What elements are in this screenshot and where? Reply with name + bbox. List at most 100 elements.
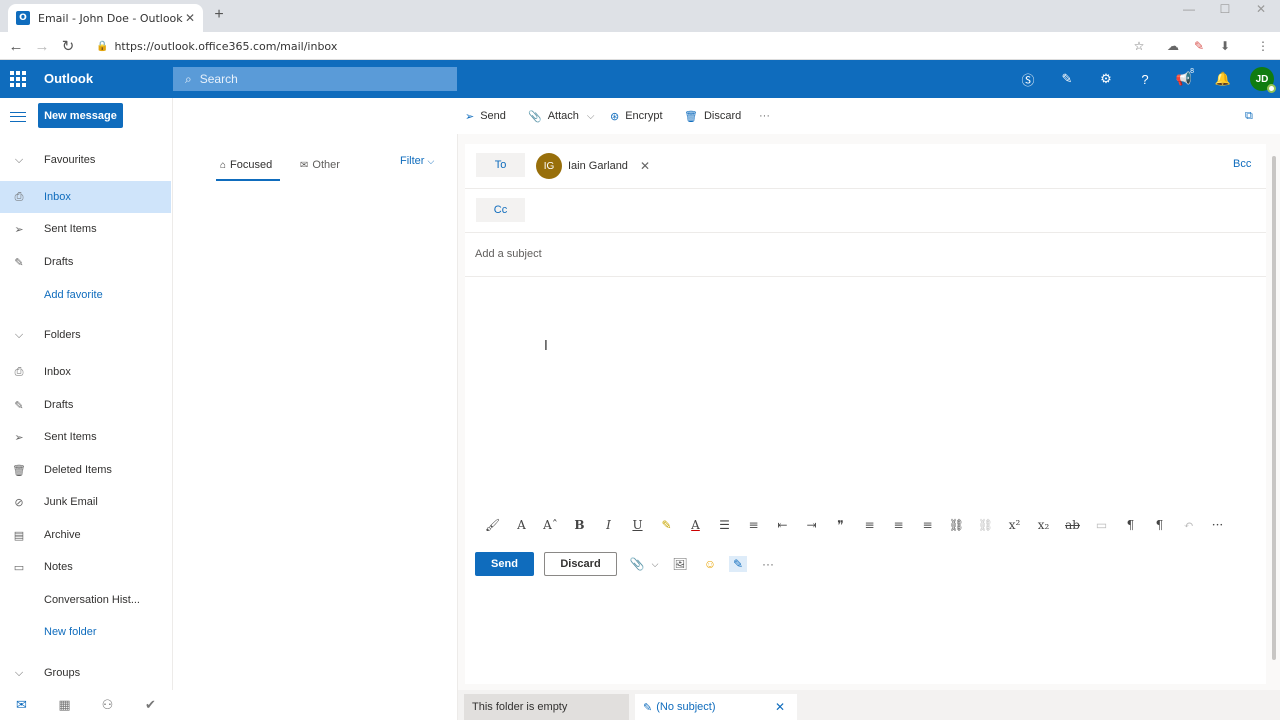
todo-check-icon[interactable]: ✔ xyxy=(129,697,172,713)
remove-recipient-icon[interactable]: ✕ xyxy=(640,159,650,173)
subscript-icon[interactable]: x₂ xyxy=(1029,518,1058,532)
browser-tab[interactable]: O Email - John Doe - Outlook ✕ xyxy=(8,4,203,32)
attach-icon[interactable]: 📎 xyxy=(628,556,646,572)
message-body[interactable] xyxy=(465,284,1266,504)
undo-icon[interactable]: ↶ xyxy=(1174,518,1203,532)
to-button[interactable]: To xyxy=(476,153,525,177)
ltr-icon[interactable]: ¶ xyxy=(1116,518,1145,532)
tab-focused[interactable]: ⌂ Focused xyxy=(215,153,281,181)
bold-icon[interactable]: B xyxy=(565,518,594,532)
clear-format-icon[interactable]: ▭ xyxy=(1087,518,1116,532)
hamburger-menu-icon[interactable] xyxy=(10,112,26,122)
url-field[interactable]: 🔒 https://outlook.office365.com/mail/inb… xyxy=(96,36,1156,56)
font-size-icon[interactable]: Aˆ xyxy=(536,518,565,532)
minimize-icon[interactable]: — xyxy=(1178,2,1200,18)
chevron-down-icon[interactable]: ⌵ xyxy=(646,556,664,572)
browser-menu-icon[interactable]: ⋮ xyxy=(1254,37,1272,55)
increase-indent-icon[interactable]: ⇥ xyxy=(797,518,826,532)
window-close-icon[interactable]: ✕ xyxy=(1250,2,1272,18)
filter-button[interactable]: Filter ⌵ xyxy=(400,154,434,168)
align-right-icon[interactable]: ≡ xyxy=(913,518,942,532)
bcc-button[interactable]: Bcc xyxy=(1233,158,1251,170)
format-toggle-icon[interactable]: ✎ xyxy=(729,556,747,572)
align-center-icon[interactable]: ≡ xyxy=(884,518,913,532)
more-format-icon[interactable]: ··· xyxy=(1203,518,1232,532)
encrypt-command[interactable]: ⊛ Encrypt xyxy=(610,108,663,124)
align-left-icon[interactable]: ≡ xyxy=(855,518,884,532)
format-painter-icon[interactable]: 🖌 xyxy=(478,518,507,532)
quote-icon[interactable]: ❞ xyxy=(826,518,855,532)
new-folder-link[interactable]: New folder xyxy=(0,616,171,648)
send-command[interactable]: ➢ Send xyxy=(465,108,506,124)
calendar-icon[interactable]: ▦ xyxy=(43,697,86,713)
groups-header[interactable]: ⌵ Groups xyxy=(0,657,171,689)
user-avatar[interactable]: JD xyxy=(1250,67,1276,93)
font-icon[interactable]: A xyxy=(507,518,536,532)
underline-icon[interactable]: U xyxy=(623,518,652,532)
close-draft-icon[interactable]: ✕ xyxy=(775,700,785,714)
unlink-icon[interactable]: ⛓ xyxy=(971,518,1000,532)
folder-item-sent[interactable]: ➢ Sent Items xyxy=(0,421,171,453)
bookmark-star-icon[interactable]: ☆ xyxy=(1130,37,1148,55)
mail-icon[interactable]: ✉ xyxy=(0,697,43,713)
teams-share-icon[interactable]: ✎ xyxy=(1057,69,1077,89)
back-icon[interactable]: ← xyxy=(6,36,26,56)
folders-header[interactable]: ⌵ Folders xyxy=(0,319,171,351)
font-color-icon[interactable]: A xyxy=(681,518,710,532)
insert-picture-icon[interactable]: 🖼 xyxy=(671,556,689,572)
favourite-item-inbox[interactable]: ⎙ Inbox xyxy=(0,181,171,213)
recipient-pill[interactable]: IG Iain Garland ✕ xyxy=(536,153,650,179)
folder-item-deleted[interactable]: 🗑 Deleted Items xyxy=(0,454,171,486)
people-icon[interactable]: ⚇ xyxy=(86,697,129,713)
link-icon[interactable]: ⛓ xyxy=(942,518,971,532)
popout-icon[interactable]: ⧉ xyxy=(1245,108,1253,124)
cc-button[interactable]: Cc xyxy=(476,198,525,222)
forward-icon[interactable]: → xyxy=(32,36,52,56)
extension-cloud-icon[interactable]: ☁ xyxy=(1164,37,1182,55)
settings-gear-icon[interactable]: ⚙ xyxy=(1096,69,1116,89)
discard-button[interactable]: Discard xyxy=(544,552,617,576)
help-icon[interactable]: ? xyxy=(1135,69,1155,89)
close-tab-icon[interactable]: ✕ xyxy=(185,11,195,25)
app-launcher-icon[interactable] xyxy=(10,71,26,87)
extension-pen-icon[interactable]: ✎ xyxy=(1190,37,1208,55)
emoji-icon[interactable]: ☺ xyxy=(701,556,719,572)
new-tab-button[interactable]: + xyxy=(210,6,228,24)
numbering-icon[interactable]: ≡ xyxy=(739,518,768,532)
tab-other[interactable]: ✉ Other xyxy=(300,153,340,177)
whats-new-megaphone-icon[interactable]: 📢 8 xyxy=(1174,68,1194,89)
folder-item-junk[interactable]: ⊘ Junk Email xyxy=(0,486,171,518)
decrease-indent-icon[interactable]: ⇤ xyxy=(768,518,797,532)
more-options-icon[interactable]: ··· xyxy=(759,556,777,572)
add-favorite-link[interactable]: Add favorite xyxy=(0,279,171,311)
download-icon[interactable]: ⬇ xyxy=(1216,37,1234,55)
bullets-icon[interactable]: ☰ xyxy=(710,518,739,532)
send-button[interactable]: Send xyxy=(475,552,534,576)
scrollbar[interactable] xyxy=(1272,156,1276,660)
highlight-icon[interactable]: ✎ xyxy=(652,518,681,532)
folder-item-archive[interactable]: ▤ Archive xyxy=(0,519,171,551)
folder-item-inbox[interactable]: ⎙ Inbox xyxy=(0,356,171,388)
draft-tab[interactable]: ✎ (No subject) ✕ xyxy=(635,694,797,720)
reload-icon[interactable]: ↻ xyxy=(58,36,78,56)
subject-input[interactable]: Add a subject xyxy=(475,248,542,260)
new-message-button[interactable]: New message xyxy=(38,103,123,128)
italic-icon[interactable]: I xyxy=(594,518,623,532)
rtl-icon[interactable]: ¶ xyxy=(1145,518,1174,532)
folder-item-drafts[interactable]: ✎ Drafts xyxy=(0,389,171,421)
maximize-icon[interactable]: ☐ xyxy=(1214,2,1236,18)
search-input[interactable]: ⌕ Search xyxy=(173,67,457,91)
folder-item-conversation-history[interactable]: Conversation Hist... xyxy=(0,584,171,616)
app-name[interactable]: Outlook xyxy=(44,71,93,86)
favourites-header[interactable]: ⌵ Favourites xyxy=(0,144,171,176)
notifications-bell-icon[interactable]: 🔔 xyxy=(1213,69,1233,89)
attach-command[interactable]: 📎 Attach ⌵ xyxy=(528,108,594,124)
strikethrough-icon[interactable]: ab xyxy=(1058,518,1087,532)
favourite-item-drafts[interactable]: ✎ Drafts xyxy=(0,246,171,278)
folder-item-notes[interactable]: ▭ Notes xyxy=(0,551,171,583)
more-commands-icon[interactable]: ··· xyxy=(759,108,770,124)
favourite-item-sent[interactable]: ➢ Sent Items xyxy=(0,213,171,245)
skype-icon[interactable]: Ⓢ xyxy=(1018,69,1038,89)
superscript-icon[interactable]: x² xyxy=(1000,518,1029,532)
discard-command[interactable]: 🗑 Discard xyxy=(684,108,741,124)
